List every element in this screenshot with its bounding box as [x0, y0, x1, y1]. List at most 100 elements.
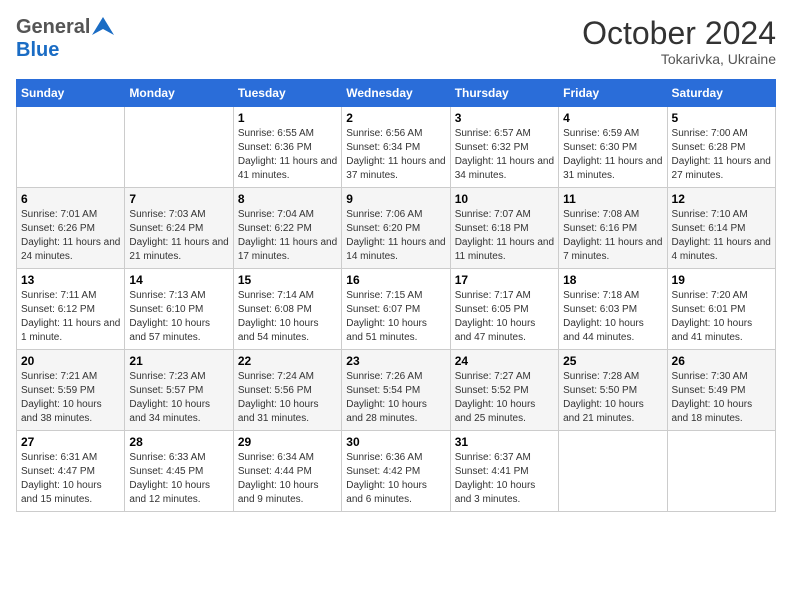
calendar-day-cell: 14 Sunrise: 7:13 AM Sunset: 6:10 PM Dayli…	[125, 269, 233, 350]
calendar-week-row: 6Sunrise: 7:01 AM Sunset: 6:26 PM Daylig…	[17, 188, 776, 269]
calendar-day-cell: 2 Sunrise: 6:56 AM Sunset: 6:34 PM Daylig…	[342, 107, 450, 188]
weekday-header: Friday	[559, 80, 667, 107]
calendar-day-cell: 28 Sunrise: 6:33 AM Sunset: 4:45 PM Dayli…	[125, 431, 233, 512]
day-info: Sunrise: 6:37 AM Sunset: 4:41 PM Dayligh…	[455, 451, 554, 507]
calendar-day-cell: 27 Sunrise: 6:31 AM Sunset: 4:47 PM Dayli…	[17, 431, 125, 512]
calendar-day-cell: 25Sunrise: 7:28 AM Sunset: 5:50 PM Dayli…	[559, 350, 667, 431]
day-number: 12	[672, 192, 771, 206]
calendar-day-cell: 20 Sunrise: 7:21 AM Sunset: 5:59 PM Dayli…	[17, 350, 125, 431]
calendar-day-cell: 5 Sunrise: 7:00 AM Sunset: 6:28 PM Daylig…	[667, 107, 775, 188]
day-number: 31	[455, 435, 554, 449]
logo-bird-icon	[92, 17, 114, 35]
day-number: 30	[346, 435, 445, 449]
day-number: 6	[21, 192, 120, 206]
day-number: 28	[129, 435, 228, 449]
day-number: 21	[129, 354, 228, 368]
calendar-day-cell	[559, 431, 667, 512]
calendar-day-cell: 4 Sunrise: 6:59 AM Sunset: 6:30 PM Daylig…	[559, 107, 667, 188]
calendar-week-row: 1 Sunrise: 6:55 AM Sunset: 6:36 PM Daylig…	[17, 107, 776, 188]
calendar-day-cell: 1 Sunrise: 6:55 AM Sunset: 6:36 PM Daylig…	[233, 107, 341, 188]
day-number: 16	[346, 273, 445, 287]
day-number: 4	[563, 111, 662, 125]
day-info: Sunrise: 7:23 AM Sunset: 5:57 PM Dayligh…	[129, 370, 228, 426]
day-info: Sunrise: 7:07 AM Sunset: 6:18 PM Dayligh…	[455, 208, 554, 264]
calendar-day-cell: 7 Sunrise: 7:03 AM Sunset: 6:24 PM Daylig…	[125, 188, 233, 269]
day-number: 13	[21, 273, 120, 287]
weekday-header: Saturday	[667, 80, 775, 107]
calendar-week-row: 20 Sunrise: 7:21 AM Sunset: 5:59 PM Dayli…	[17, 350, 776, 431]
day-number: 1	[238, 111, 337, 125]
calendar-day-cell: 19 Sunrise: 7:20 AM Sunset: 6:01 PM Dayli…	[667, 269, 775, 350]
calendar-day-cell: 6Sunrise: 7:01 AM Sunset: 6:26 PM Daylig…	[17, 188, 125, 269]
day-number: 24	[455, 354, 554, 368]
calendar-day-cell	[17, 107, 125, 188]
calendar-day-cell: 31 Sunrise: 6:37 AM Sunset: 4:41 PM Dayli…	[450, 431, 558, 512]
day-number: 2	[346, 111, 445, 125]
calendar-week-row: 27 Sunrise: 6:31 AM Sunset: 4:47 PM Dayli…	[17, 431, 776, 512]
calendar-day-cell: 21 Sunrise: 7:23 AM Sunset: 5:57 PM Dayli…	[125, 350, 233, 431]
calendar-week-row: 13 Sunrise: 7:11 AM Sunset: 6:12 PM Dayli…	[17, 269, 776, 350]
day-number: 3	[455, 111, 554, 125]
day-info: Sunrise: 7:24 AM Sunset: 5:56 PM Dayligh…	[238, 370, 337, 426]
day-info: Sunrise: 6:59 AM Sunset: 6:30 PM Dayligh…	[563, 127, 662, 183]
day-number: 8	[238, 192, 337, 206]
day-number: 23	[346, 354, 445, 368]
calendar-day-cell: 11 Sunrise: 7:08 AM Sunset: 6:16 PM Dayli…	[559, 188, 667, 269]
day-number: 18	[563, 273, 662, 287]
day-info: Sunrise: 7:21 AM Sunset: 5:59 PM Dayligh…	[21, 370, 120, 426]
calendar-day-cell: 29 Sunrise: 6:34 AM Sunset: 4:44 PM Dayli…	[233, 431, 341, 512]
day-info: Sunrise: 7:26 AM Sunset: 5:54 PM Dayligh…	[346, 370, 445, 426]
day-number: 7	[129, 192, 228, 206]
day-number: 17	[455, 273, 554, 287]
day-number: 9	[346, 192, 445, 206]
calendar-day-cell: 22 Sunrise: 7:24 AM Sunset: 5:56 PM Dayli…	[233, 350, 341, 431]
day-info: Sunrise: 7:18 AM Sunset: 6:03 PM Dayligh…	[563, 289, 662, 345]
title-section: October 2024 Tokarivka, Ukraine	[582, 16, 776, 67]
day-number: 29	[238, 435, 337, 449]
day-number: 25	[563, 354, 662, 368]
calendar-day-cell: 12 Sunrise: 7:10 AM Sunset: 6:14 PM Dayli…	[667, 188, 775, 269]
day-number: 20	[21, 354, 120, 368]
day-info: Sunrise: 6:33 AM Sunset: 4:45 PM Dayligh…	[129, 451, 228, 507]
day-info: Sunrise: 7:10 AM Sunset: 6:14 PM Dayligh…	[672, 208, 771, 264]
day-number: 15	[238, 273, 337, 287]
logo-blue: Blue	[16, 39, 59, 62]
day-info: Sunrise: 6:56 AM Sunset: 6:34 PM Dayligh…	[346, 127, 445, 183]
day-number: 22	[238, 354, 337, 368]
day-info: Sunrise: 7:11 AM Sunset: 6:12 PM Dayligh…	[21, 289, 120, 345]
weekday-header: Monday	[125, 80, 233, 107]
day-info: Sunrise: 7:08 AM Sunset: 6:16 PM Dayligh…	[563, 208, 662, 264]
day-info: Sunrise: 6:57 AM Sunset: 6:32 PM Dayligh…	[455, 127, 554, 183]
day-info: Sunrise: 7:20 AM Sunset: 6:01 PM Dayligh…	[672, 289, 771, 345]
day-info: Sunrise: 7:03 AM Sunset: 6:24 PM Dayligh…	[129, 208, 228, 264]
calendar-day-cell: 9 Sunrise: 7:06 AM Sunset: 6:20 PM Daylig…	[342, 188, 450, 269]
day-number: 10	[455, 192, 554, 206]
day-number: 5	[672, 111, 771, 125]
day-number: 19	[672, 273, 771, 287]
calendar-day-cell: 8Sunrise: 7:04 AM Sunset: 6:22 PM Daylig…	[233, 188, 341, 269]
day-info: Sunrise: 7:13 AM Sunset: 6:10 PM Dayligh…	[129, 289, 228, 345]
day-info: Sunrise: 7:06 AM Sunset: 6:20 PM Dayligh…	[346, 208, 445, 264]
calendar-day-cell: 18 Sunrise: 7:18 AM Sunset: 6:03 PM Dayli…	[559, 269, 667, 350]
logo: General Blue	[16, 16, 114, 62]
day-info: Sunrise: 6:34 AM Sunset: 4:44 PM Dayligh…	[238, 451, 337, 507]
day-info: Sunrise: 6:55 AM Sunset: 6:36 PM Dayligh…	[238, 127, 337, 183]
day-number: 27	[21, 435, 120, 449]
logo-general: General	[16, 16, 90, 39]
day-number: 11	[563, 192, 662, 206]
calendar-day-cell: 24 Sunrise: 7:27 AM Sunset: 5:52 PM Dayli…	[450, 350, 558, 431]
day-info: Sunrise: 7:27 AM Sunset: 5:52 PM Dayligh…	[455, 370, 554, 426]
day-info: Sunrise: 7:30 AM Sunset: 5:49 PM Dayligh…	[672, 370, 771, 426]
day-info: Sunrise: 7:00 AM Sunset: 6:28 PM Dayligh…	[672, 127, 771, 183]
day-number: 14	[129, 273, 228, 287]
calendar-day-cell: 30 Sunrise: 6:36 AM Sunset: 4:42 PM Dayli…	[342, 431, 450, 512]
calendar-day-cell: 3 Sunrise: 6:57 AM Sunset: 6:32 PM Daylig…	[450, 107, 558, 188]
month-title: October 2024	[582, 16, 776, 51]
page-header: General Blue October 2024 Tokarivka, Ukr…	[16, 16, 776, 67]
calendar-day-cell: 13 Sunrise: 7:11 AM Sunset: 6:12 PM Dayli…	[17, 269, 125, 350]
weekday-header: Tuesday	[233, 80, 341, 107]
day-info: Sunrise: 6:36 AM Sunset: 4:42 PM Dayligh…	[346, 451, 445, 507]
day-info: Sunrise: 6:31 AM Sunset: 4:47 PM Dayligh…	[21, 451, 120, 507]
calendar-day-cell	[667, 431, 775, 512]
day-info: Sunrise: 7:15 AM Sunset: 6:07 PM Dayligh…	[346, 289, 445, 345]
